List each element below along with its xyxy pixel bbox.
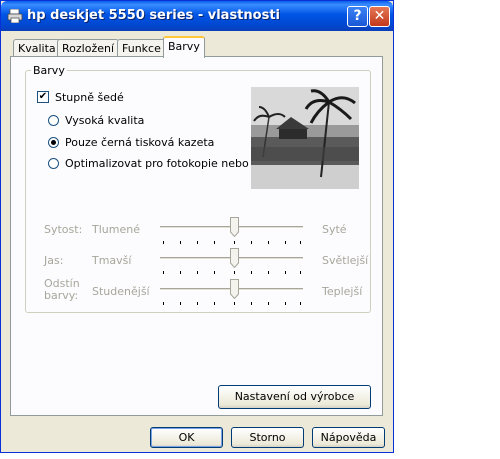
radio-optimize-fax[interactable] <box>48 158 59 169</box>
radio-high-quality[interactable] <box>48 115 59 126</box>
ok-button[interactable]: OK <box>150 427 223 448</box>
tab-rozlozeni[interactable]: Rozložení <box>57 39 120 57</box>
brightness-slider-thumb[interactable] <box>230 248 239 268</box>
grayscale-preview-image <box>251 87 359 189</box>
grayscale-checkbox[interactable]: ✔ <box>37 91 49 103</box>
printer-icon <box>7 9 23 23</box>
saturation-label: Sytost: <box>44 223 83 236</box>
help-title-button[interactable]: ? <box>347 6 368 27</box>
radio-black-cartridge[interactable] <box>48 137 59 148</box>
hue-min-label: Studenější <box>92 285 150 298</box>
grayscale-label: Stupně šedé <box>55 91 124 104</box>
radio-high-quality-label: Vysoká kvalita <box>65 114 145 127</box>
saturation-slider-thumb[interactable] <box>230 217 239 237</box>
help-button[interactable]: Nápověda <box>312 427 385 448</box>
hue-max-label: Teplejší <box>322 285 363 298</box>
hue-slider-thumb[interactable] <box>230 279 239 299</box>
radio-optimize-fax-label: Optimalizovat pro fotokopie nebo fax <box>65 157 270 170</box>
brightness-max-label: Světlejší <box>322 254 369 267</box>
brightness-min-label: Tmavší <box>92 254 132 267</box>
hue-label: Odstín barvy: <box>44 277 80 302</box>
saturation-min-label: Tlumené <box>92 223 140 236</box>
tab-barvy[interactable]: Barvy <box>163 36 205 58</box>
cancel-button[interactable]: Storno <box>231 427 304 448</box>
tab-kvalita[interactable]: Kvalita <box>13 39 61 57</box>
saturation-max-label: Syté <box>322 223 347 236</box>
groupbox-label: Barvy <box>31 64 67 77</box>
close-button[interactable]: ✕ <box>369 6 390 27</box>
window-title: hp deskjet 5550 series - vlastnosti <box>27 8 280 23</box>
tab-funkce[interactable]: Funkce <box>117 39 166 57</box>
radio-black-cartridge-label: Pouze černá tisková kazeta <box>65 136 215 149</box>
brightness-label: Jas: <box>44 254 64 267</box>
title-bar[interactable]: hp deskjet 5550 series - vlastnosti ? ✕ <box>1 1 393 31</box>
restore-defaults-button[interactable]: Nastavení od výrobce <box>218 385 371 409</box>
